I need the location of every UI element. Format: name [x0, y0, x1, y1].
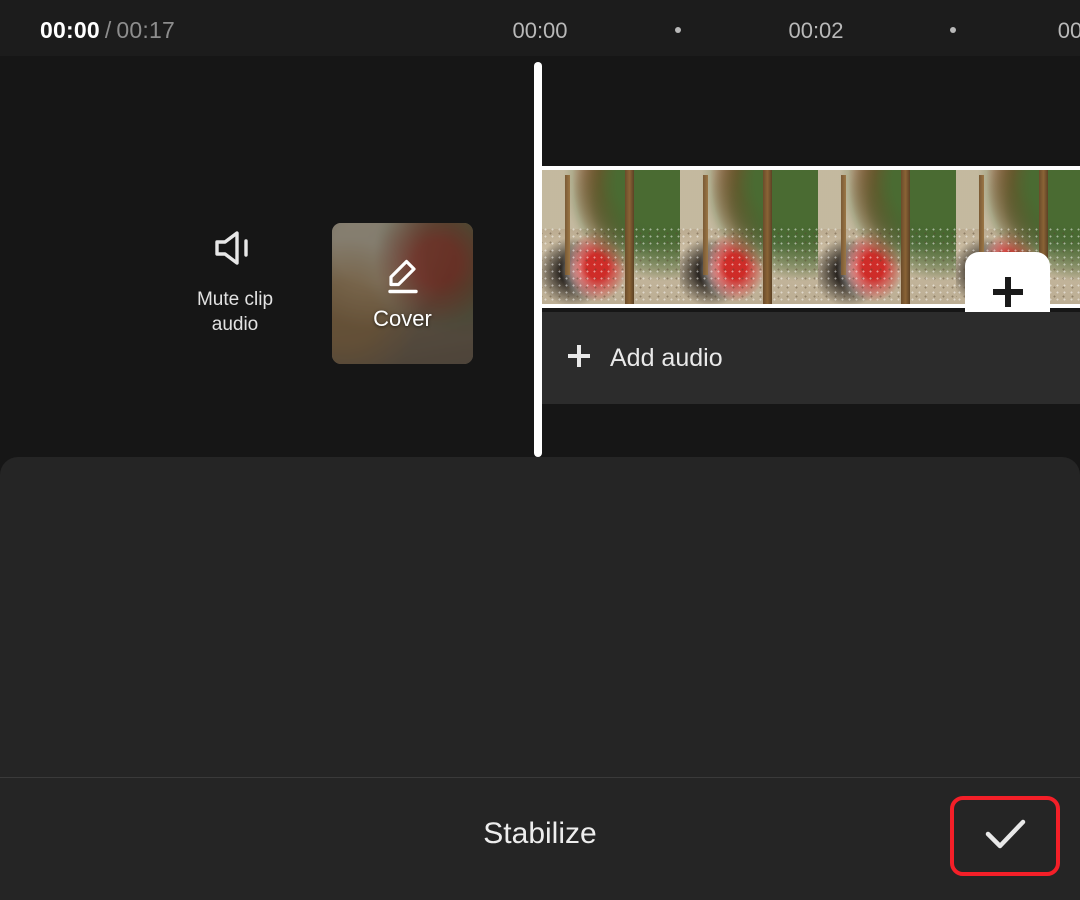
timeline-area[interactable]: Mute clip audio Cover Add audio	[0, 56, 1080, 457]
checkmark-icon	[976, 805, 1034, 868]
filmstrip-frame	[680, 170, 818, 304]
ruler-tick-label: 00:00	[512, 18, 568, 43]
stabilize-slider[interactable]: NoneMinimal croppingRecommendedMost stab…	[0, 457, 1080, 777]
mute-clip-audio-button[interactable]: Mute clip audio	[172, 228, 298, 337]
mute-clip-audio-label: Mute clip audio	[196, 289, 274, 336]
filmstrip-frame	[818, 170, 956, 304]
cover-thumbnail-button[interactable]: Cover	[332, 223, 473, 364]
filmstrip-frame	[542, 170, 680, 304]
timeline-ruler: 00:00/00:17 00:00 00:02 00	[0, 0, 1080, 56]
ruler-tick-dot	[950, 27, 956, 33]
cover-label: Cover	[373, 306, 432, 331]
ruler-tick-marks: 00:00 00:02 00	[0, 0, 1080, 56]
plus-icon	[564, 341, 594, 376]
app-root: 00:00/00:17 00:00 00:02 00 Mute clip audio	[0, 0, 1080, 900]
panel-title: Stabilize	[483, 817, 597, 850]
confirm-button[interactable]	[950, 796, 1060, 876]
speaker-mute-icon	[211, 228, 259, 273]
ruler-tick-label: 00:02	[788, 18, 844, 43]
add-audio-label: Add audio	[610, 343, 723, 372]
playhead-indicator[interactable]	[534, 62, 542, 457]
panel-action-bar: Stabilize	[0, 778, 1080, 900]
pencil-edit-icon	[381, 255, 425, 304]
ruler-tick-dot	[675, 27, 681, 33]
stabilize-panel: NoneMinimal croppingRecommendedMost stab…	[0, 457, 1080, 900]
ruler-tick-label: 00	[1057, 18, 1080, 43]
add-audio-button[interactable]: Add audio	[542, 312, 1080, 404]
